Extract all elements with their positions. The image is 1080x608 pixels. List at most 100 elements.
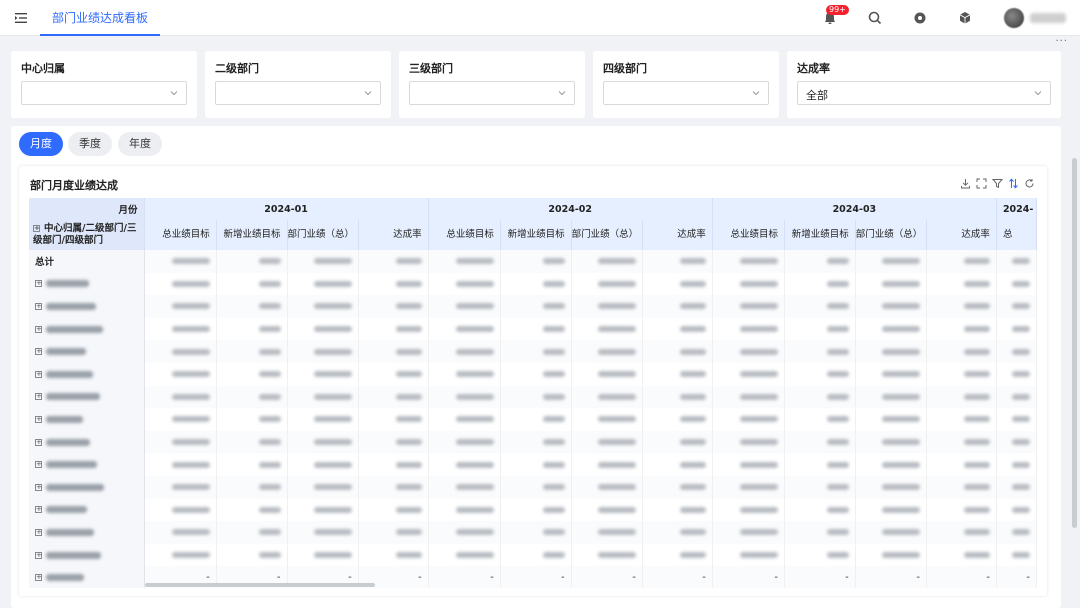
expand-row-icon[interactable]: +: [35, 438, 42, 446]
column-header[interactable]: 总业绩目标: [428, 220, 501, 250]
data-cell: [855, 317, 928, 341]
table-row[interactable]: +: [29, 362, 1037, 386]
column-header[interactable]: 新增业绩目标: [500, 220, 572, 250]
data-cell: [428, 453, 501, 476]
table-row[interactable]: +: [29, 408, 1037, 431]
column-header[interactable]: 部门业绩（总）: [287, 220, 359, 250]
expand-row-icon[interactable]: +: [35, 393, 42, 401]
table-row[interactable]: +: [29, 498, 1037, 522]
expand-row-icon[interactable]: +: [35, 461, 42, 469]
period-quarterly-button[interactable]: 季度: [68, 132, 112, 156]
month-header: 2024-01: [144, 198, 429, 220]
expand-row-icon[interactable]: +: [35, 370, 42, 378]
department-name[interactable]: +: [29, 272, 145, 296]
expand-row-icon[interactable]: +: [35, 506, 42, 514]
period-monthly-button[interactable]: 月度: [19, 132, 63, 156]
data-cell: [996, 453, 1037, 476]
redacted-value: [882, 416, 921, 423]
department-name[interactable]: +: [29, 475, 145, 499]
department-name[interactable]: +: [29, 408, 145, 431]
department-name[interactable]: +: [29, 295, 145, 318]
settings-icon[interactable]: [912, 10, 928, 26]
horizontal-scrollbar[interactable]: [145, 583, 375, 587]
department-name[interactable]: +: [29, 543, 145, 567]
redacted-value: [963, 484, 990, 491]
vertical-scrollbar[interactable]: [1072, 158, 1077, 528]
total-label[interactable]: 总计: [29, 250, 145, 273]
expand-all-icon[interactable]: +: [33, 225, 40, 232]
expand-row-icon[interactable]: +: [35, 348, 42, 356]
department-name[interactable]: +: [29, 340, 145, 363]
user-avatar[interactable]: [1004, 8, 1024, 28]
expand-row-icon[interactable]: +: [35, 325, 42, 333]
user-name-blurred[interactable]: [1030, 13, 1066, 23]
column-header[interactable]: 新增业绩目标: [784, 220, 856, 250]
more-icon[interactable]: ···: [1055, 36, 1068, 47]
period-yearly-button[interactable]: 年度: [118, 132, 162, 156]
department-name[interactable]: +: [29, 430, 145, 454]
column-header[interactable]: 达成率: [926, 220, 997, 250]
redacted-value: [679, 258, 706, 265]
department-name[interactable]: +: [29, 317, 145, 341]
rate-select[interactable]: 全部: [797, 81, 1051, 105]
expand-row-icon[interactable]: +: [35, 415, 42, 423]
expand-row-icon[interactable]: +: [35, 528, 42, 536]
filter-icon[interactable]: [992, 178, 1003, 189]
expand-row-icon[interactable]: +: [35, 280, 42, 288]
tab-dashboard[interactable]: 部门业绩达成看板: [40, 0, 161, 36]
total-row[interactable]: 总计: [29, 250, 1037, 273]
table-row[interactable]: +: [29, 475, 1037, 499]
data-cell: [500, 453, 572, 476]
fullscreen-icon[interactable]: [976, 178, 987, 189]
column-header[interactable]: 总: [996, 220, 1037, 250]
department-name[interactable]: +: [29, 453, 145, 476]
table-row[interactable]: +: [29, 385, 1037, 409]
data-cell: [712, 385, 786, 409]
redacted-value: [1012, 416, 1030, 423]
department-name[interactable]: +: [29, 385, 145, 409]
column-header[interactable]: 部门业绩（总）: [855, 220, 928, 250]
refresh-icon[interactable]: [1024, 178, 1035, 189]
dimension-header[interactable]: + 中心归属/二级部门/三级部门/四级部门: [29, 220, 145, 250]
table-row[interactable]: +: [29, 295, 1037, 318]
expand-row-icon[interactable]: +: [35, 483, 42, 491]
data-cell: [287, 408, 359, 431]
download-icon[interactable]: [960, 178, 971, 189]
column-header[interactable]: 达成率: [642, 220, 713, 250]
center-select[interactable]: [21, 81, 187, 105]
department-name[interactable]: +: [29, 521, 145, 544]
department-name[interactable]: +: [29, 566, 145, 588]
column-header[interactable]: 新增业绩目标: [216, 220, 288, 250]
data-cell: -: [642, 566, 713, 588]
data-cell: [287, 295, 359, 318]
table-row[interactable]: +: [29, 543, 1037, 567]
table-row[interactable]: +: [29, 453, 1037, 476]
menu-fold-icon[interactable]: [14, 11, 28, 25]
cube-icon[interactable]: [957, 10, 973, 26]
redacted-value: [679, 326, 706, 333]
search-icon[interactable]: [867, 10, 883, 26]
level2-select[interactable]: [215, 81, 381, 105]
column-header[interactable]: 总业绩目标: [712, 220, 786, 250]
table-row[interactable]: +: [29, 272, 1037, 296]
expand-row-icon[interactable]: +: [35, 302, 42, 310]
column-header[interactable]: 部门业绩（总）: [571, 220, 643, 250]
table-row[interactable]: +: [29, 340, 1037, 363]
department-name[interactable]: +: [29, 362, 145, 386]
department-name[interactable]: +: [29, 498, 145, 522]
column-header[interactable]: 达成率: [358, 220, 429, 250]
filter-level4: 四级部门: [593, 51, 779, 118]
level4-select[interactable]: [603, 81, 769, 105]
column-header[interactable]: 总业绩目标: [144, 220, 217, 250]
data-cell: [287, 453, 359, 476]
table-row[interactable]: +: [29, 521, 1037, 544]
table-row[interactable]: +: [29, 317, 1037, 341]
report-table-container[interactable]: 月份 2024-01 2024-02 2024-03 2024- + 中心归属/二级部门…: [29, 198, 1037, 588]
expand-row-icon[interactable]: +: [35, 551, 42, 559]
redacted-text: [46, 483, 104, 491]
expand-row-icon[interactable]: +: [35, 574, 42, 582]
data-cell: [784, 498, 856, 522]
sort-icon[interactable]: [1008, 178, 1019, 189]
level3-select[interactable]: [409, 81, 575, 105]
table-row[interactable]: +: [29, 430, 1037, 454]
